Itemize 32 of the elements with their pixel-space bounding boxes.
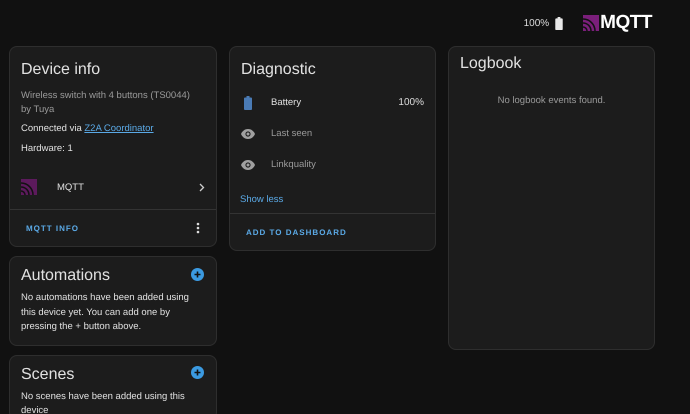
eye-icon [241, 160, 255, 170]
entity-name[interactable]: Last seen [271, 128, 424, 139]
add-icon[interactable] [191, 268, 204, 280]
add-icon[interactable] [191, 366, 204, 379]
entity-value: 100% [398, 97, 424, 108]
entity-name[interactable]: Battery [271, 97, 398, 108]
card-title: Logbook [459, 54, 522, 74]
chevron-right-icon[interactable] [199, 182, 205, 192]
add-to-dashboard-button[interactable]: ADD TO DASHBOARD [246, 224, 347, 240]
card-title: Scenes [20, 364, 76, 384]
device-model: Wireless switch with 4 buttons (TS0044) by Tuya [20, 89, 191, 117]
empty-message: No automations have been added using this device yet. You can add one by pressing the + button above. [20, 291, 190, 334]
signal-waves-icon [21, 179, 37, 195]
battery-icon [244, 96, 252, 110]
mqtt-logo: MQTT [600, 12, 652, 34]
card-title: Diagnostic [240, 60, 317, 80]
more-options-icon[interactable] [196, 222, 200, 234]
integration-name[interactable]: MQTT [57, 182, 199, 192]
battery-icon [555, 16, 564, 30]
empty-message: No scenes have been added using this device [20, 390, 186, 414]
show-less-link[interactable]: Show less [230, 180, 294, 213]
eye-icon [241, 128, 255, 138]
card-title: Automations [20, 266, 111, 286]
coordinator-link[interactable]: Z2A Coordinator [84, 123, 154, 134]
entity-name[interactable]: Linkquality [271, 159, 424, 170]
signal-waves-icon [583, 15, 600, 31]
mqtt-info-button[interactable]: MQTT INFO [26, 220, 79, 236]
empty-message: No logbook events found. [496, 94, 606, 106]
battery-level: 100% [524, 18, 550, 28]
card-title: Device info [20, 60, 102, 80]
hardware-text: Hardware: 1 [20, 142, 74, 156]
connection-text: Connected via Z2A Coordinator [20, 122, 155, 136]
